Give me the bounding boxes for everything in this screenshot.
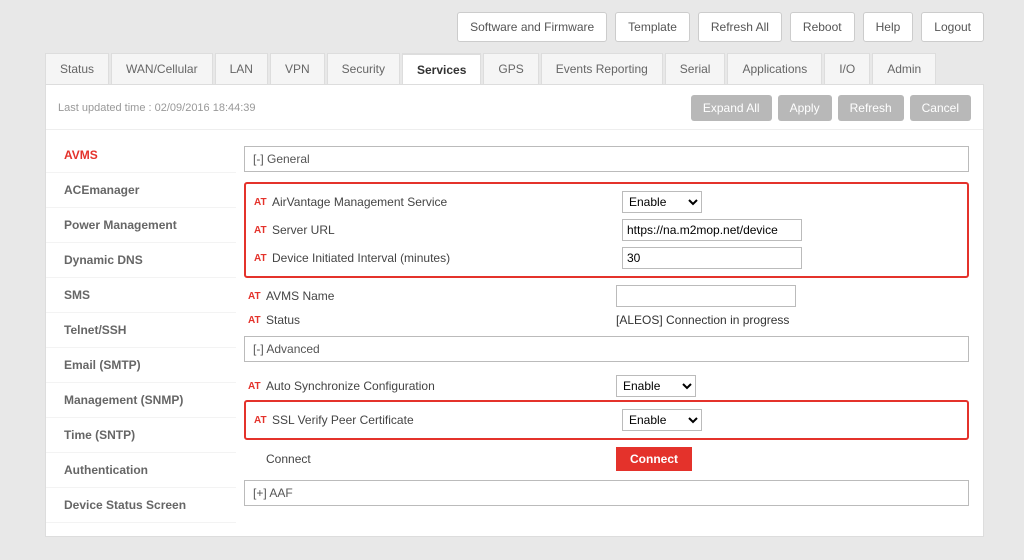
general-highlight-box: AT AirVantage Management Service Enable … [244,182,969,278]
at-marker: AT [250,415,272,426]
at-marker: AT [244,381,266,392]
ssl-verify-label: SSL Verify Peer Certificate [272,413,622,427]
last-updated-time: Last updated time : 02/09/2016 18:44:39 [58,102,256,114]
tab-io[interactable]: I/O [824,53,870,85]
sidebar-item-power-management[interactable]: Power Management [46,208,236,243]
software-firmware-button[interactable]: Software and Firmware [457,12,607,42]
refresh-all-button[interactable]: Refresh All [698,12,782,42]
tab-applications[interactable]: Applications [727,53,822,85]
sidebar-item-authentication[interactable]: Authentication [46,453,236,488]
connect-button[interactable]: Connect [616,447,692,471]
sidebar-item-dynamic-dns[interactable]: Dynamic DNS [46,243,236,278]
at-marker: AT [250,253,272,264]
autosync-label: Auto Synchronize Configuration [266,379,616,393]
tab-lan[interactable]: LAN [215,53,268,85]
sidebar-item-device-status-screen[interactable]: Device Status Screen [46,488,236,523]
ssl-highlight-box: AT SSL Verify Peer Certificate Enable [244,400,969,440]
sidebar-item-sms[interactable]: SMS [46,278,236,313]
server-url-input[interactable] [622,219,802,241]
sidebar-item-email-smtp[interactable]: Email (SMTP) [46,348,236,383]
tab-serial[interactable]: Serial [665,53,726,85]
tab-status[interactable]: Status [45,53,109,85]
avms-name-label: AVMS Name [266,289,616,303]
tab-events-reporting[interactable]: Events Reporting [541,53,663,85]
group-header-general[interactable]: [-] General [244,146,969,172]
airvantage-mgmt-select[interactable]: Enable [622,191,702,213]
tab-gps[interactable]: GPS [483,53,538,85]
status-label: Status [266,313,616,327]
group-header-aaf[interactable]: [+] AAF [244,480,969,506]
tab-vpn[interactable]: VPN [270,53,325,85]
reboot-button[interactable]: Reboot [790,12,855,42]
tab-wan-cellular[interactable]: WAN/Cellular [111,53,213,85]
at-marker: AT [244,315,266,326]
sidebar-item-telnet-ssh[interactable]: Telnet/SSH [46,313,236,348]
server-url-label: Server URL [272,223,622,237]
airvantage-mgmt-label: AirVantage Management Service [272,195,622,209]
tab-admin[interactable]: Admin [872,53,936,85]
ssl-verify-select[interactable]: Enable [622,409,702,431]
connect-label: Connect [266,452,616,466]
interval-input[interactable] [622,247,802,269]
content-panel: Last updated time : 02/09/2016 18:44:39 … [45,84,984,537]
expand-all-button[interactable]: Expand All [691,95,772,121]
tab-services[interactable]: Services [402,53,481,85]
apply-button[interactable]: Apply [778,95,832,121]
sidebar-item-time-sntp[interactable]: Time (SNTP) [46,418,236,453]
at-marker: AT [244,291,266,302]
status-value: [ALEOS] Connection in progress [616,313,789,327]
tab-security[interactable]: Security [327,53,400,85]
sidebar-item-management-snmp[interactable]: Management (SNMP) [46,383,236,418]
main-tabs: Status WAN/Cellular LAN VPN Security Ser… [0,52,1024,84]
template-button[interactable]: Template [615,12,690,42]
cancel-button[interactable]: Cancel [910,95,971,121]
sidebar-item-avms[interactable]: AVMS [46,138,236,173]
group-header-advanced[interactable]: [-] Advanced [244,336,969,362]
at-marker: AT [250,197,272,208]
at-marker: AT [250,225,272,236]
avms-name-input[interactable] [616,285,796,307]
help-button[interactable]: Help [863,12,914,42]
sidebar: AVMS ACEmanager Power Management Dynamic… [46,130,236,536]
top-button-bar: Software and Firmware Template Refresh A… [0,0,1024,52]
refresh-button[interactable]: Refresh [838,95,904,121]
sidebar-item-acemanager[interactable]: ACEmanager [46,173,236,208]
logout-button[interactable]: Logout [921,12,984,42]
main-content: [-] General AT AirVantage Management Ser… [236,130,983,536]
autosync-select[interactable]: Enable [616,375,696,397]
interval-label: Device Initiated Interval (minutes) [272,251,622,265]
